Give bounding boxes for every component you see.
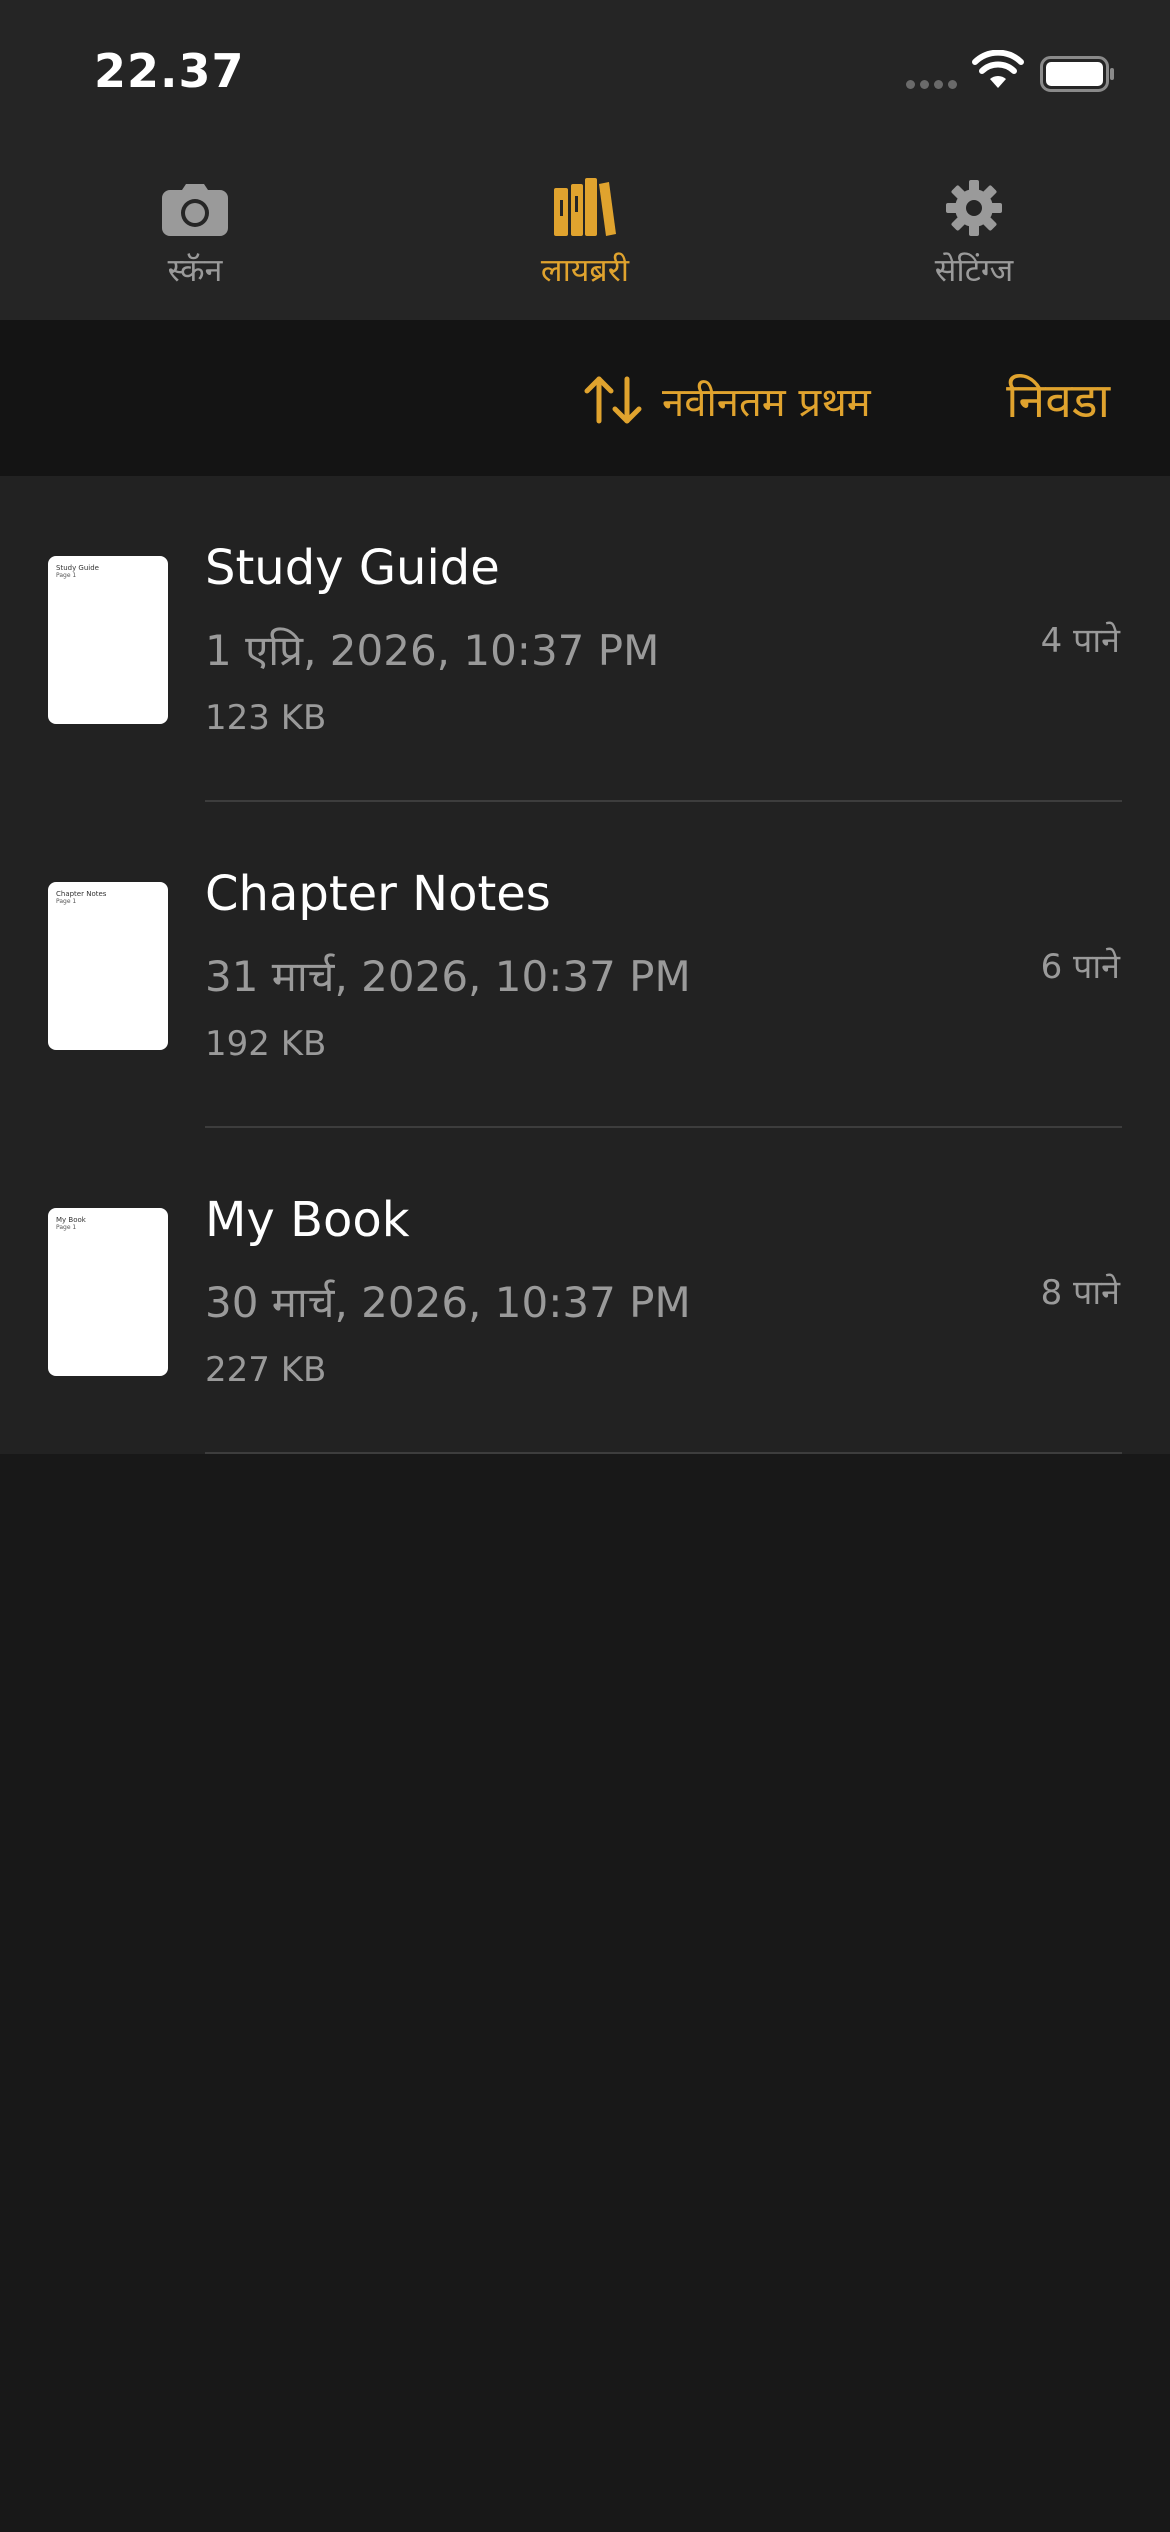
document-thumbnail: My Book Page 1 xyxy=(48,1208,168,1376)
document-thumbnail: Study Guide Page 1 xyxy=(48,556,168,724)
sort-label: नवीनतम प्रथम xyxy=(662,379,871,426)
battery-icon xyxy=(1040,56,1114,92)
document-list: Study Guide Page 1 Study Guide 1 एप्रि, … xyxy=(0,476,1170,1454)
tab-library-label: लायब्ररी xyxy=(540,251,630,289)
thumbnail-title: My Book xyxy=(56,1216,86,1224)
gear-icon xyxy=(946,180,1002,236)
document-date: 30 मार्च, 2026, 10:37 PM xyxy=(205,1278,691,1327)
thumbnail-title: Study Guide xyxy=(56,564,99,572)
library-toolbar: नवीनतम प्रथम निवडा xyxy=(0,320,1170,476)
thumbnail-page-label: Page 1 xyxy=(56,898,77,905)
status-bar: 22.37 xyxy=(0,0,1170,140)
document-title: Study Guide xyxy=(205,540,500,596)
wifi-icon xyxy=(972,50,1024,88)
camera-icon xyxy=(162,184,228,236)
library-books-icon xyxy=(554,178,616,236)
document-size: 227 KB xyxy=(205,1350,327,1390)
document-page-count: 8 पाने xyxy=(1040,1273,1120,1313)
document-title: Chapter Notes xyxy=(205,866,551,922)
document-date: 1 एप्रि, 2026, 10:37 PM xyxy=(205,626,660,675)
document-thumbnail: Chapter Notes Page 1 xyxy=(48,882,168,1050)
tab-settings[interactable]: सेटिंग्ज xyxy=(844,166,1104,296)
document-page-count: 6 पाने xyxy=(1040,947,1120,987)
document-row[interactable]: Chapter Notes Page 1 Chapter Notes 31 मा… xyxy=(0,802,1170,1128)
sort-arrows-icon xyxy=(584,376,642,424)
document-title: My Book xyxy=(205,1192,410,1248)
tab-settings-label: सेटिंग्ज xyxy=(934,251,1014,289)
document-row[interactable]: Study Guide Page 1 Study Guide 1 एप्रि, … xyxy=(0,476,1170,802)
thumbnail-page-label: Page 1 xyxy=(56,572,77,579)
tab-bar: स्कॅन लायब्ररी सेटिंग्ज xyxy=(0,140,1170,320)
document-size: 123 KB xyxy=(205,698,327,738)
tab-library[interactable]: लायब्ररी xyxy=(455,166,715,296)
sort-button[interactable]: नवीनतम प्रथम xyxy=(584,368,871,432)
document-row[interactable]: My Book Page 1 My Book 30 मार्च, 2026, 1… xyxy=(0,1128,1170,1454)
tab-scan[interactable]: स्कॅन xyxy=(65,166,325,296)
select-button[interactable]: निवडा xyxy=(1006,364,1110,434)
document-date: 31 मार्च, 2026, 10:37 PM xyxy=(205,952,691,1001)
thumbnail-page-label: Page 1 xyxy=(56,1224,77,1231)
document-size: 192 KB xyxy=(205,1024,327,1064)
row-divider xyxy=(205,1452,1122,1454)
status-time: 22.37 xyxy=(94,44,245,98)
tab-scan-label: स्कॅन xyxy=(167,251,223,289)
thumbnail-title: Chapter Notes xyxy=(56,890,107,898)
cellular-signal-icon xyxy=(906,80,957,89)
document-page-count: 4 पाने xyxy=(1040,621,1120,661)
